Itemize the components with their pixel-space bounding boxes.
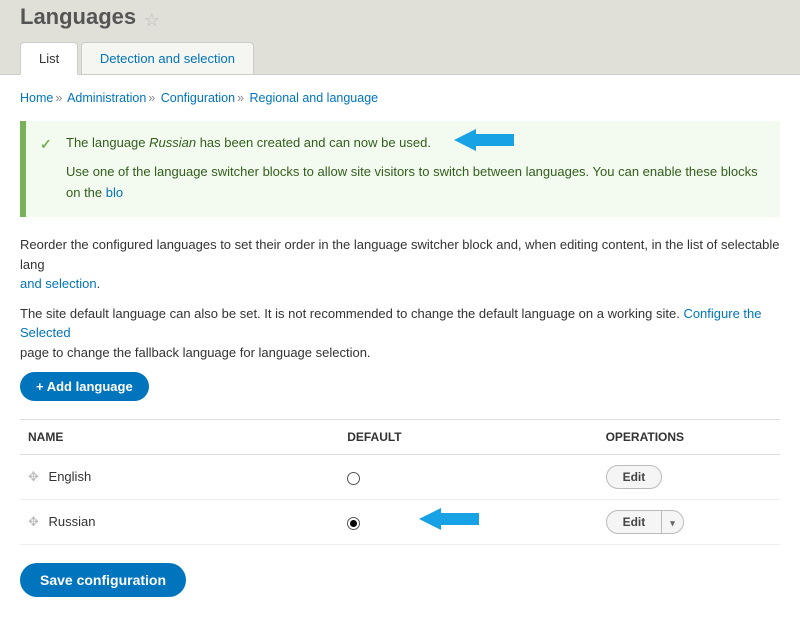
breadcrumb: Home» Administration» Configuration» Reg…: [20, 91, 780, 105]
breadcrumb-regional-language[interactable]: Regional and language: [250, 91, 379, 105]
checkmark-icon: ✓: [40, 133, 52, 155]
status-hint: Use one of the language switcher blocks …: [66, 164, 758, 200]
intro-paragraph-1: Reorder the configured languages to set …: [20, 235, 780, 294]
default-radio[interactable]: [347, 517, 360, 530]
status-text-pre: The language: [66, 135, 149, 150]
intro-paragraph-2: The site default language can also be se…: [20, 304, 780, 363]
default-radio[interactable]: [347, 472, 360, 485]
status-hint-link[interactable]: blo: [106, 185, 123, 200]
status-message: ✓ The language Russian has been created …: [20, 121, 780, 217]
language-name: Russian: [49, 514, 96, 529]
languages-table: NAME DEFAULT OPERATIONS ✥ English Edit: [20, 419, 780, 545]
language-name: English: [49, 469, 92, 484]
table-row: ✥ Russian Edit: [20, 500, 780, 545]
breadcrumb-administration[interactable]: Administration: [67, 91, 146, 105]
edit-button[interactable]: Edit: [606, 465, 663, 489]
drag-handle-icon[interactable]: ✥: [28, 514, 39, 530]
detection-selection-link[interactable]: and selection: [20, 276, 97, 291]
primary-tabs: List Detection and selection: [20, 42, 800, 75]
status-text-post: has been created and can now be used.: [196, 135, 431, 150]
save-configuration-button[interactable]: Save configuration: [20, 563, 186, 597]
tab-detection-selection[interactable]: Detection and selection: [81, 42, 254, 74]
annotation-arrow-icon: [419, 506, 479, 532]
table-row: ✥ English Edit: [20, 455, 780, 500]
breadcrumb-home[interactable]: Home: [20, 91, 53, 105]
status-language-name: Russian: [149, 135, 196, 150]
add-language-button[interactable]: + Add language: [20, 372, 149, 401]
breadcrumb-configuration[interactable]: Configuration: [161, 91, 235, 105]
column-header-default: DEFAULT: [339, 420, 597, 455]
column-header-name: NAME: [20, 420, 339, 455]
column-header-operations: OPERATIONS: [598, 420, 780, 455]
tab-list[interactable]: List: [20, 42, 78, 75]
drag-handle-icon[interactable]: ✥: [28, 469, 39, 485]
page-title: Languages: [20, 4, 136, 30]
favorite-star-icon[interactable]: ☆: [144, 10, 160, 31]
